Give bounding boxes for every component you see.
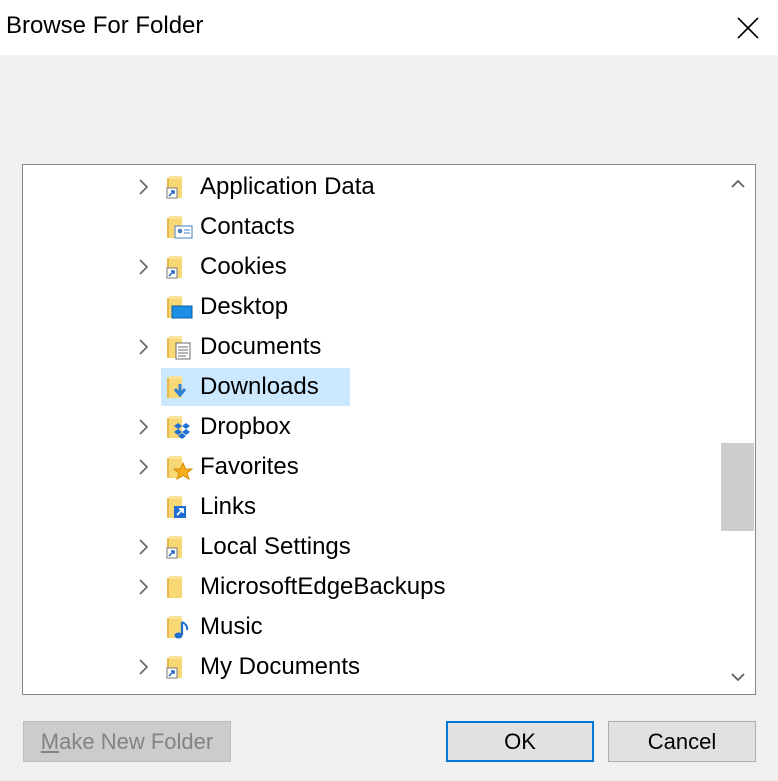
tree-item-body[interactable]: Application Data xyxy=(161,168,388,206)
make-new-folder-button[interactable]: Make New Folder xyxy=(23,721,231,762)
tree-item-body[interactable]: MicrosoftEdgeBackups xyxy=(161,568,454,606)
tree-item[interactable]: My Documents xyxy=(23,647,723,687)
tree-item[interactable]: MicrosoftEdgeBackups xyxy=(23,567,723,607)
expand-chevron-icon[interactable] xyxy=(135,658,153,676)
ok-button[interactable]: OK xyxy=(446,721,594,762)
dropbox-folder-icon xyxy=(167,416,190,439)
tree-item[interactable]: Dropbox xyxy=(23,407,723,447)
close-icon xyxy=(737,16,759,39)
expand-chevron-icon[interactable] xyxy=(135,338,153,356)
dialog-title: Browse For Folder xyxy=(6,12,204,39)
folder-tree[interactable]: Application Data Contacts Cookies Desktop Do… xyxy=(22,164,756,695)
expand-chevron-icon[interactable] xyxy=(135,458,153,476)
tree-item-label: Desktop xyxy=(200,293,289,320)
shortcut-folder-icon xyxy=(166,176,182,199)
expand-chevron-icon[interactable] xyxy=(135,418,153,436)
tree-item-label: MicrosoftEdgeBackups xyxy=(200,573,446,600)
tree-item-label: Documents xyxy=(200,333,322,360)
expand-chevron-icon[interactable] xyxy=(135,258,153,276)
tree-item-label: My Documents xyxy=(200,653,361,680)
tree-item[interactable]: Downloads xyxy=(23,367,723,407)
tree-item[interactable]: Local Settings xyxy=(23,527,723,567)
tree-item[interactable]: Documents xyxy=(23,327,723,367)
tree-item[interactable]: Links xyxy=(23,487,723,527)
tree-item-label: Dropbox xyxy=(200,413,291,440)
scroll-up-button[interactable] xyxy=(721,167,755,201)
tree-item-label: Links xyxy=(200,493,257,520)
expand-chevron-icon[interactable] xyxy=(135,578,153,596)
tree-item[interactable]: Music xyxy=(23,607,723,647)
mnemonic-letter: M xyxy=(40,728,60,754)
tree-item-label: Downloads xyxy=(200,373,319,400)
favorites-folder-icon xyxy=(167,456,194,480)
vertical-scrollbar[interactable] xyxy=(721,165,755,694)
tree-item-label: Application Data xyxy=(200,173,375,200)
tree-item-label: Contacts xyxy=(200,213,295,240)
expand-chevron-icon[interactable] xyxy=(135,178,153,196)
scrollbar-thumb[interactable] xyxy=(721,443,754,531)
cancel-button[interactable]: Cancel xyxy=(608,721,756,762)
music-folder-icon xyxy=(167,616,189,639)
expand-chevron-icon[interactable] xyxy=(135,538,153,556)
tree-item[interactable]: Desktop xyxy=(23,287,723,327)
links-folder-icon xyxy=(167,496,186,518)
make-new-folder-label: ake New Folder xyxy=(59,728,214,754)
tree-item[interactable]: Application Data xyxy=(23,167,723,207)
folder-icon xyxy=(167,576,182,598)
tree-item[interactable]: Cookies xyxy=(23,247,723,287)
chevron-up-icon xyxy=(731,179,745,188)
chevron-down-icon xyxy=(731,673,745,682)
tree-item[interactable]: Contacts xyxy=(23,207,723,247)
tree-item-label: Music xyxy=(200,613,263,640)
documents-folder-icon xyxy=(167,336,191,360)
tree-item[interactable]: Favorites xyxy=(23,447,723,487)
tree-item-label: Local Settings xyxy=(200,533,351,560)
tree-item-label: Favorites xyxy=(200,453,299,480)
close-button[interactable] xyxy=(718,0,778,55)
tree-item-label: Cookies xyxy=(200,253,287,280)
shortcut-folder-icon xyxy=(166,656,182,679)
shortcut-folder-icon xyxy=(166,256,182,279)
title-bar: Browse For Folder xyxy=(0,0,778,55)
downloads-folder-icon xyxy=(167,376,187,398)
contacts-folder-icon xyxy=(167,216,193,239)
desktop-folder-icon xyxy=(167,296,193,319)
scroll-down-button[interactable] xyxy=(721,660,755,694)
shortcut-folder-icon xyxy=(166,536,182,559)
